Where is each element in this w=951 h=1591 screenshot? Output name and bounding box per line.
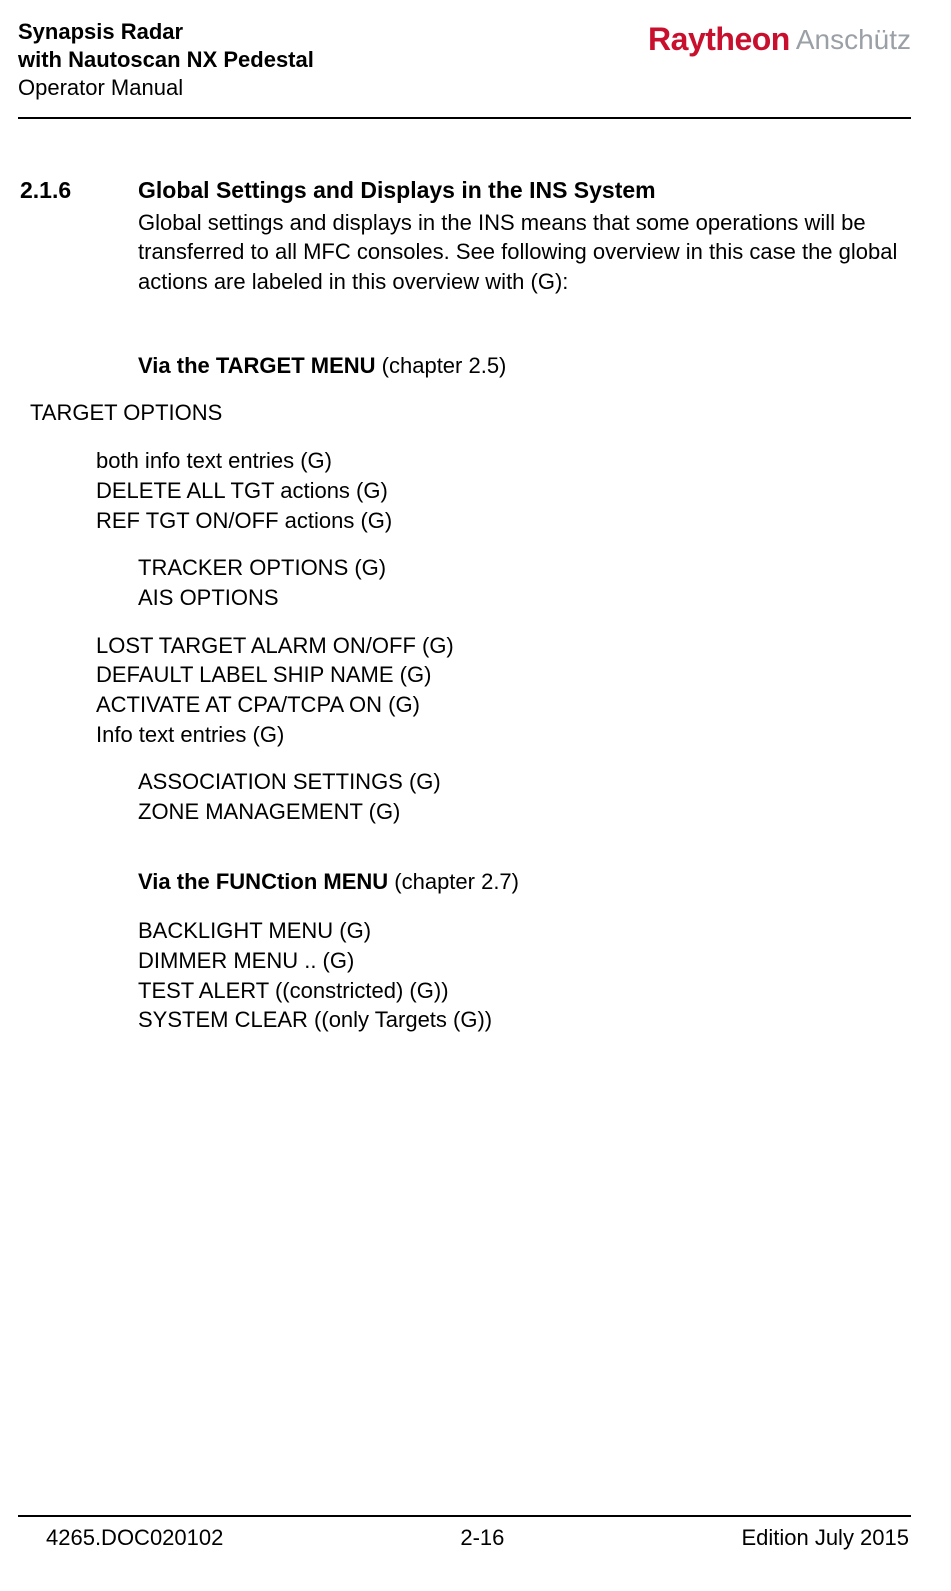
tracker-options-label: TRACKER OPTIONS (G) [138, 553, 911, 583]
target-options-item: REF TGT ON/OFF actions (G) [96, 506, 911, 536]
document-page: Synapsis Radar with Nautoscan NX Pedesta… [0, 0, 951, 1591]
page-header: Synapsis Radar with Nautoscan NX Pedesta… [18, 18, 911, 111]
ais-options-label: AIS OPTIONS [138, 583, 911, 613]
page-footer: 4265.DOC020102 2-16 Edition July 2015 [18, 1515, 911, 1591]
section-title: Global Settings and Displays in the INS … [138, 175, 656, 206]
brand-logo: Raytheon Anschütz [648, 18, 911, 61]
ais-options-item: LOST TARGET ALARM ON/OFF (G) [96, 631, 911, 661]
function-menu-label-tail: (chapter 2.7) [388, 869, 519, 894]
zone-management-label: ZONE MANAGEMENT (G) [138, 797, 911, 827]
function-menu-item: TEST ALERT ((constricted) (G)) [138, 976, 911, 1006]
content-area: 2.1.6 Global Settings and Displays in th… [18, 119, 911, 1516]
function-menu-label-bold: Via the FUNCtion MENU [138, 869, 388, 894]
target-menu-label-bold: Via the TARGET MENU [138, 353, 376, 378]
ais-options-item: ACTIVATE AT CPA/TCPA ON (G) [96, 690, 911, 720]
target-options-label: TARGET OPTIONS [30, 398, 911, 428]
function-menu-heading: Via the FUNCtion MENU (chapter 2.7) [138, 867, 911, 897]
brand-anschutz-logo: Anschütz [796, 21, 911, 59]
function-menu-item: SYSTEM CLEAR ((only Targets (G)) [138, 1005, 911, 1035]
footer-edition: Edition July 2015 [741, 1523, 909, 1553]
target-options-item: both info text entries (G) [96, 446, 911, 476]
association-settings-label: ASSOCIATION SETTINGS (G) [138, 767, 911, 797]
footer-doc-id: 4265.DOC020102 [46, 1523, 223, 1553]
header-left: Synapsis Radar with Nautoscan NX Pedesta… [18, 18, 648, 103]
section-intro: Global settings and displays in the INS … [138, 208, 911, 297]
footer-page-number: 2-16 [460, 1523, 504, 1553]
function-menu-item: BACKLIGHT MENU (G) [138, 916, 911, 946]
target-options-item: DELETE ALL TGT actions (G) [96, 476, 911, 506]
ais-options-item: DEFAULT LABEL SHIP NAME (G) [96, 660, 911, 690]
target-menu-label-tail: (chapter 2.5) [376, 353, 507, 378]
doc-title-line1: Synapsis Radar [18, 18, 648, 46]
footer-row: 4265.DOC020102 2-16 Edition July 2015 [18, 1523, 911, 1553]
function-menu-item: DIMMER MENU .. (G) [138, 946, 911, 976]
footer-divider [18, 1515, 911, 1517]
ais-options-item: Info text entries (G) [96, 720, 911, 750]
doc-title-line2: with Nautoscan NX Pedestal [18, 46, 648, 74]
brand-raytheon-logo: Raytheon [648, 18, 790, 61]
doc-title-line3: Operator Manual [18, 73, 648, 103]
section-heading-row: 2.1.6 Global Settings and Displays in th… [18, 175, 911, 206]
target-menu-heading: Via the TARGET MENU (chapter 2.5) [138, 351, 911, 381]
section-number: 2.1.6 [18, 175, 138, 206]
